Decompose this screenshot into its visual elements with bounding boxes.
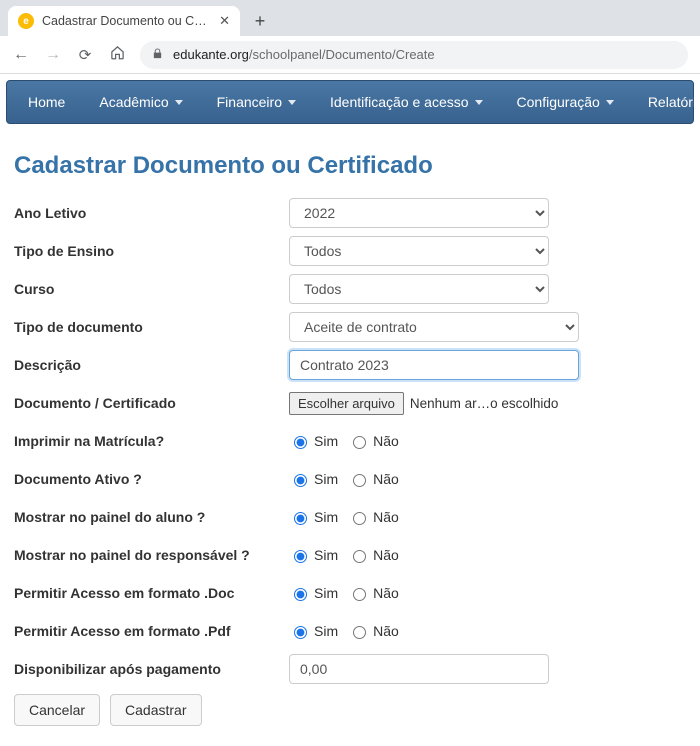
label-tipo-documento: Tipo de documento [14, 319, 289, 335]
tab-title: Cadastrar Documento ou Certific [42, 14, 211, 28]
page-container: Cadastrar Documento ou Certificado Ano L… [0, 124, 700, 746]
cancel-button[interactable]: Cancelar [14, 694, 100, 726]
radio-aluno-nao[interactable]: Não [348, 509, 399, 525]
lock-icon [152, 47, 163, 63]
url-input[interactable]: edukante.org/schoolpanel/Documento/Creat… [140, 41, 688, 69]
nav-item-label: Configuração [517, 94, 600, 110]
nav-item-label: Home [28, 94, 65, 110]
browser-tab-strip: e Cadastrar Documento ou Certific ✕ + [0, 0, 700, 36]
url-domain: edukante.org [173, 47, 249, 62]
label-documento-ativo: Documento Ativo ? [14, 471, 289, 487]
tab-favicon-icon: e [18, 13, 34, 29]
radio-ativo-sim[interactable]: Sim [289, 471, 338, 487]
select-tipo-ensino[interactable]: Todos [289, 236, 549, 266]
radio-imprimir-sim[interactable]: Sim [289, 433, 338, 449]
nav-item-label: Relatórios [648, 94, 700, 110]
input-descricao[interactable] [289, 350, 579, 380]
forward-button[interactable]: → [44, 46, 62, 64]
chevron-down-icon [175, 100, 183, 105]
page-title: Cadastrar Documento ou Certificado [14, 152, 686, 180]
nav-item-label: Acadêmico [99, 94, 168, 110]
back-button[interactable]: ← [12, 46, 30, 64]
select-tipo-documento[interactable]: Aceite de contrato [289, 312, 579, 342]
nav-item-financeiro[interactable]: Financeiro [200, 81, 313, 123]
close-tab-icon[interactable]: ✕ [219, 13, 230, 29]
home-button[interactable] [108, 45, 126, 64]
file-choose-button[interactable]: Escolher arquivo [289, 392, 404, 415]
radio-imprimir-nao[interactable]: Não [348, 433, 399, 449]
select-curso[interactable]: Todos [289, 274, 549, 304]
radio-pdf-nao[interactable]: Não [348, 623, 399, 639]
select-ano-letivo[interactable]: 2022 [289, 198, 549, 228]
radio-responsavel-sim[interactable]: Sim [289, 547, 338, 563]
input-disponibilizar[interactable] [289, 654, 549, 684]
nav-item-label: Financeiro [217, 94, 282, 110]
chevron-down-icon [475, 100, 483, 105]
radio-doc-nao[interactable]: Não [348, 585, 399, 601]
label-acesso-pdf: Permitir Acesso em formato .Pdf [14, 623, 289, 639]
label-mostrar-responsavel: Mostrar no painel do responsável ? [14, 547, 289, 563]
main-nav: Home Acadêmico Financeiro Identificação … [6, 80, 694, 124]
nav-item-academico[interactable]: Acadêmico [82, 81, 199, 123]
label-documento-certificado: Documento / Certificado [14, 395, 289, 411]
label-ano-letivo: Ano Letivo [14, 205, 289, 221]
label-curso: Curso [14, 281, 289, 297]
nav-item-label: Identificação e acesso [330, 94, 469, 110]
file-status: Nenhum ar…o escolhido [410, 396, 559, 411]
reload-button[interactable]: ⟳ [76, 46, 94, 64]
label-mostrar-aluno: Mostrar no painel do aluno ? [14, 509, 289, 525]
browser-tab[interactable]: e Cadastrar Documento ou Certific ✕ [8, 6, 240, 36]
chevron-down-icon [288, 100, 296, 105]
label-disponibilizar: Disponibilizar após pagamento [14, 661, 289, 677]
chevron-down-icon [606, 100, 614, 105]
radio-responsavel-nao[interactable]: Não [348, 547, 399, 563]
nav-item-relatorios[interactable]: Relatórios [631, 81, 700, 123]
radio-ativo-nao[interactable]: Não [348, 471, 399, 487]
nav-item-configuracao[interactable]: Configuração [500, 81, 631, 123]
nav-item-home[interactable]: Home [11, 81, 82, 123]
submit-button[interactable]: Cadastrar [110, 694, 201, 726]
radio-pdf-sim[interactable]: Sim [289, 623, 338, 639]
label-acesso-doc: Permitir Acesso em formato .Doc [14, 585, 289, 601]
browser-address-bar: ← → ⟳ edukante.org/schoolpanel/Documento… [0, 36, 700, 74]
nav-item-identificacao[interactable]: Identificação e acesso [313, 81, 500, 123]
label-tipo-ensino: Tipo de Ensino [14, 243, 289, 259]
radio-doc-sim[interactable]: Sim [289, 585, 338, 601]
url-path: /schoolpanel/Documento/Create [249, 47, 435, 62]
label-imprimir-matricula: Imprimir na Matrícula? [14, 433, 289, 449]
radio-aluno-sim[interactable]: Sim [289, 509, 338, 525]
label-descricao: Descrição [14, 357, 289, 373]
new-tab-button[interactable]: + [246, 7, 274, 35]
